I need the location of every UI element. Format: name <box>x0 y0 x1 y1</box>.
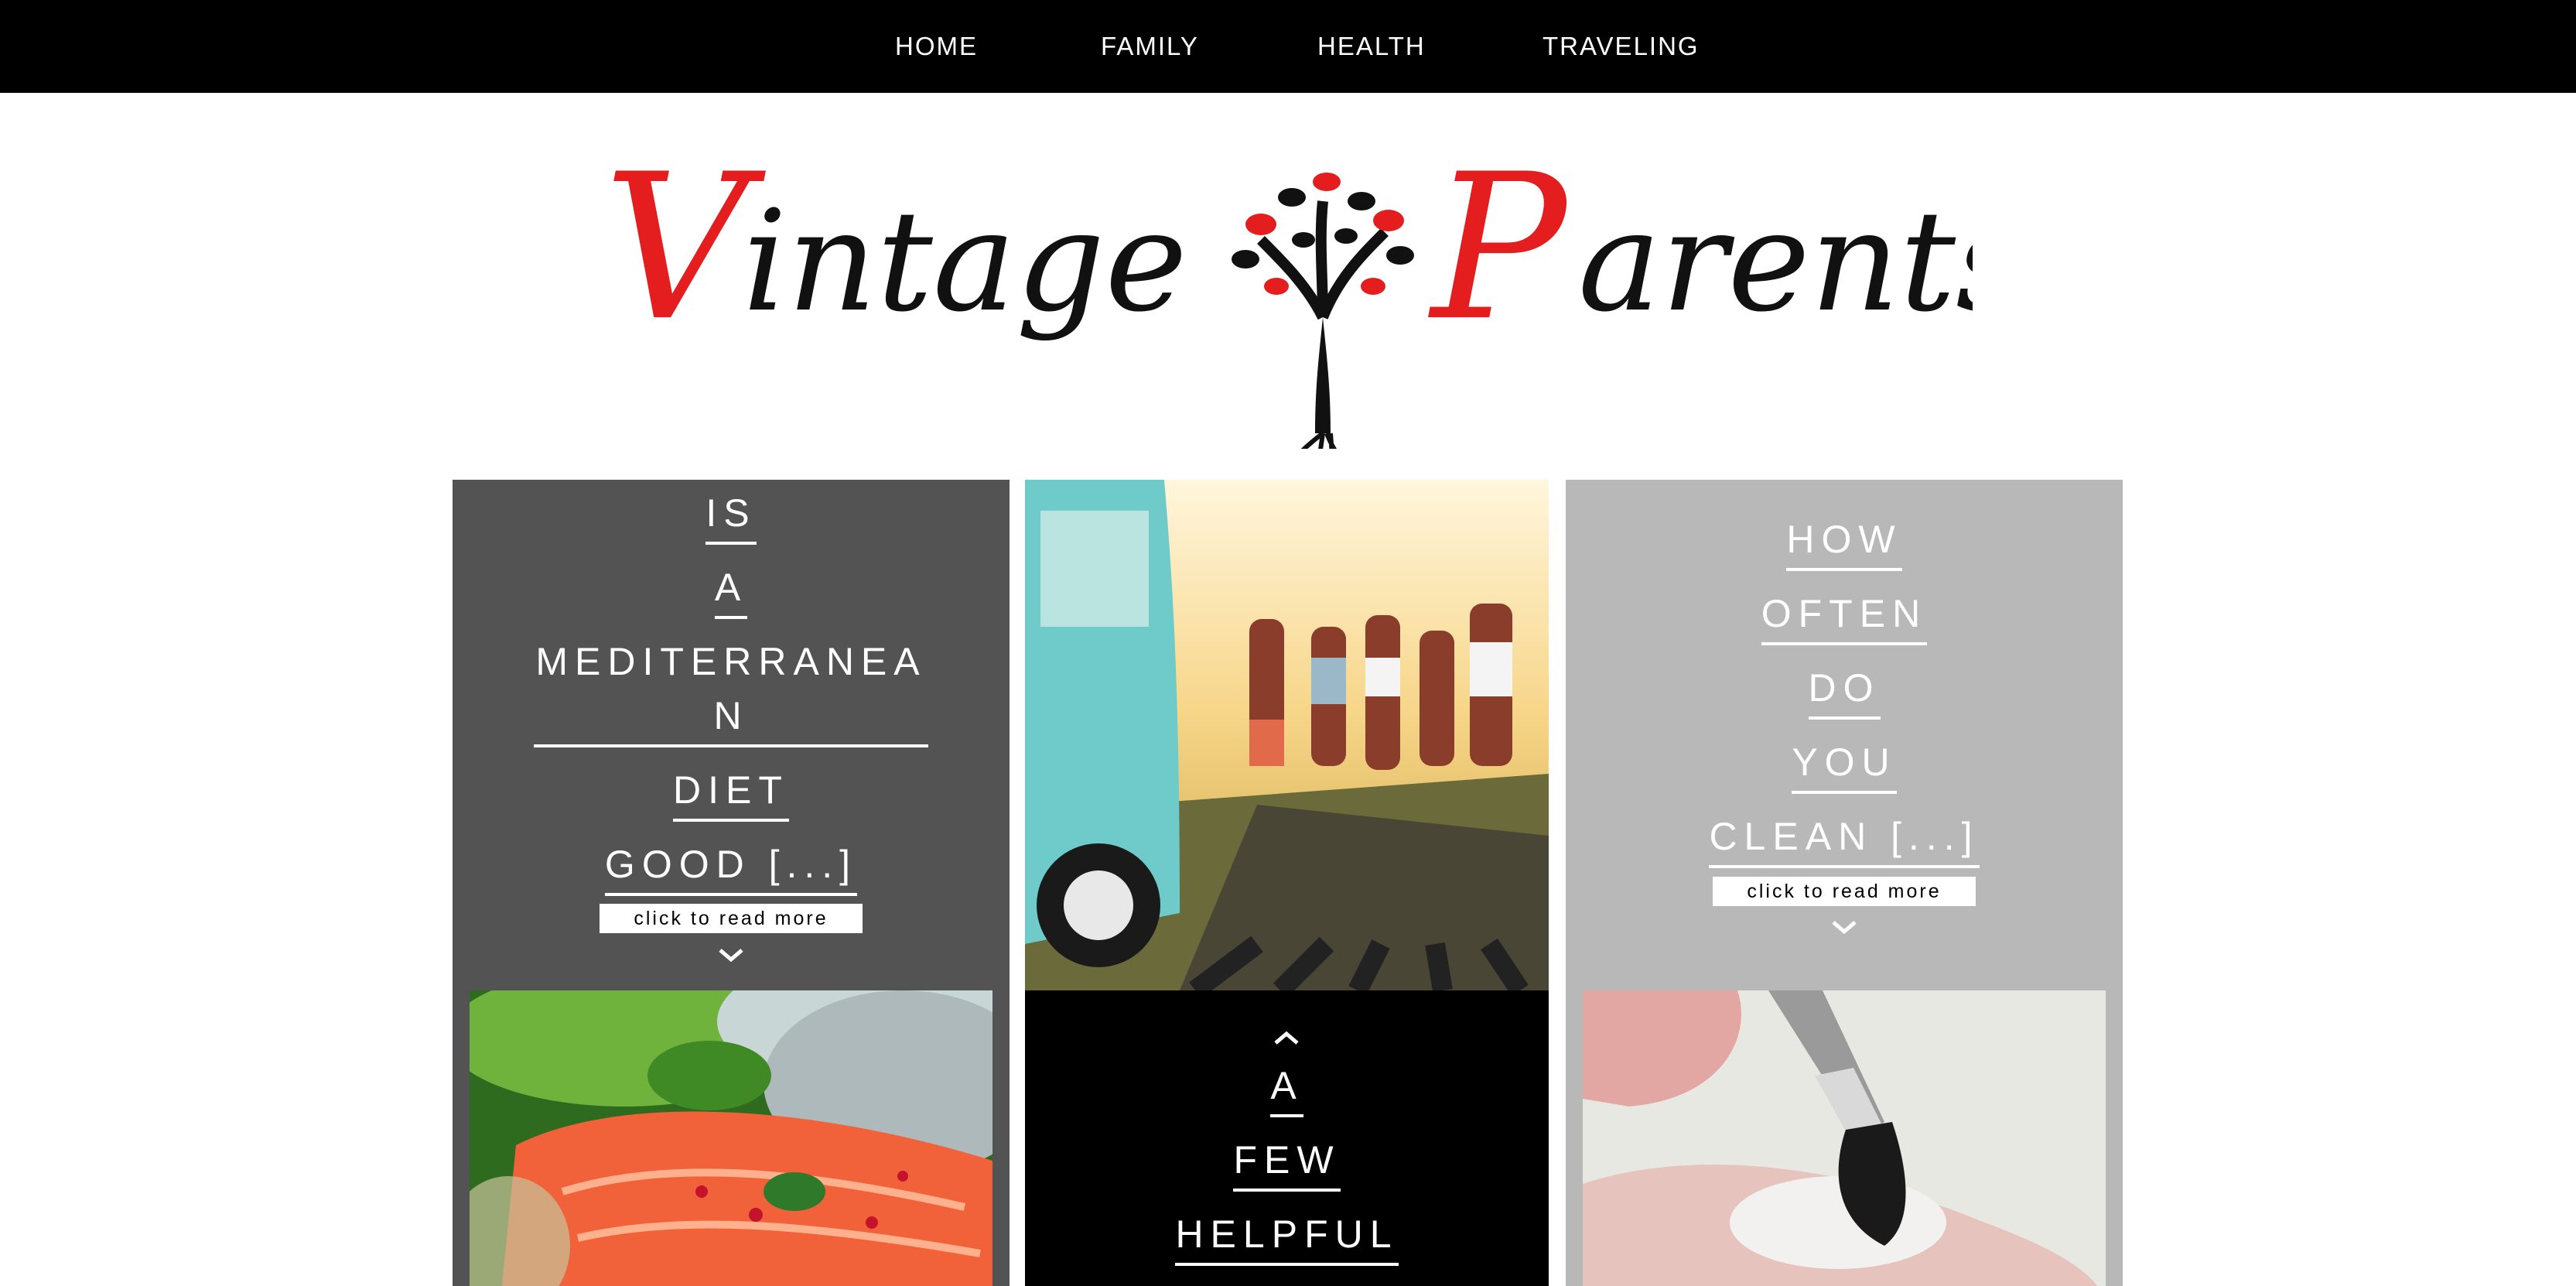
title-word[interactable]: HOW <box>1786 512 1902 571</box>
nav-family[interactable]: FAMILY <box>1101 0 1199 93</box>
title-word[interactable]: DIET <box>673 763 789 822</box>
title-word[interactable]: MEDITERRANEAN <box>534 634 928 747</box>
chevron-down-icon[interactable] <box>1829 918 1860 936</box>
svg-text:arents: arents <box>1578 181 1973 343</box>
title-word[interactable]: YOU <box>1792 735 1897 794</box>
nav-traveling[interactable]: TRAVELING <box>1543 0 1700 93</box>
title-word[interactable]: CLEAN [...] <box>1709 809 1980 868</box>
title-word[interactable]: GOOD [...] <box>604 837 858 896</box>
post-card-left: IS A MEDITERRANEAN DIET GOOD [...] click… <box>453 480 1010 1286</box>
site-logo[interactable]: V intage P arents <box>596 124 2028 498</box>
friends-van-road-photo[interactable] <box>1025 480 1549 990</box>
title-word[interactable]: A <box>1270 1059 1303 1117</box>
title-word[interactable]: DO <box>1808 661 1881 720</box>
post-card-middle: A FEW HELPFUL <box>1025 480 1549 1286</box>
makeup-brush-photo[interactable] <box>1583 990 2106 1286</box>
title-word[interactable]: IS <box>705 486 757 545</box>
nav-home[interactable]: HOME <box>895 0 978 93</box>
salmon-herbs-photo[interactable] <box>470 990 992 1286</box>
post-card-right: HOW OFTEN DO YOU CLEAN [...] click to re… <box>1566 480 2123 1286</box>
nav-health[interactable]: HEALTH <box>1317 0 1426 93</box>
read-more-button[interactable]: click to read more <box>600 904 863 933</box>
title-word[interactable]: A <box>714 560 748 619</box>
title-word[interactable]: HELPFUL <box>1175 1207 1399 1266</box>
chevron-down-icon[interactable] <box>716 946 746 964</box>
top-nav: HOME FAMILY HEALTH TRAVELING <box>0 0 2576 93</box>
post-title-left[interactable]: IS A MEDITERRANEAN DIET GOOD [...] <box>453 486 1010 911</box>
logo-p-letter: P <box>1428 132 1570 365</box>
tree-icon <box>1232 173 1414 498</box>
svg-text:intage: intage <box>743 181 1187 343</box>
post-title-middle[interactable]: A FEW HELPFUL <box>1025 1059 1549 1281</box>
read-more-button[interactable]: click to read more <box>1713 877 1976 906</box>
chevron-up-icon[interactable] <box>1271 1029 1302 1048</box>
post-title-right[interactable]: HOW OFTEN DO YOU CLEAN [...] <box>1566 512 2123 884</box>
title-word[interactable]: OFTEN <box>1761 587 1928 645</box>
title-word[interactable]: FEW <box>1233 1133 1341 1192</box>
